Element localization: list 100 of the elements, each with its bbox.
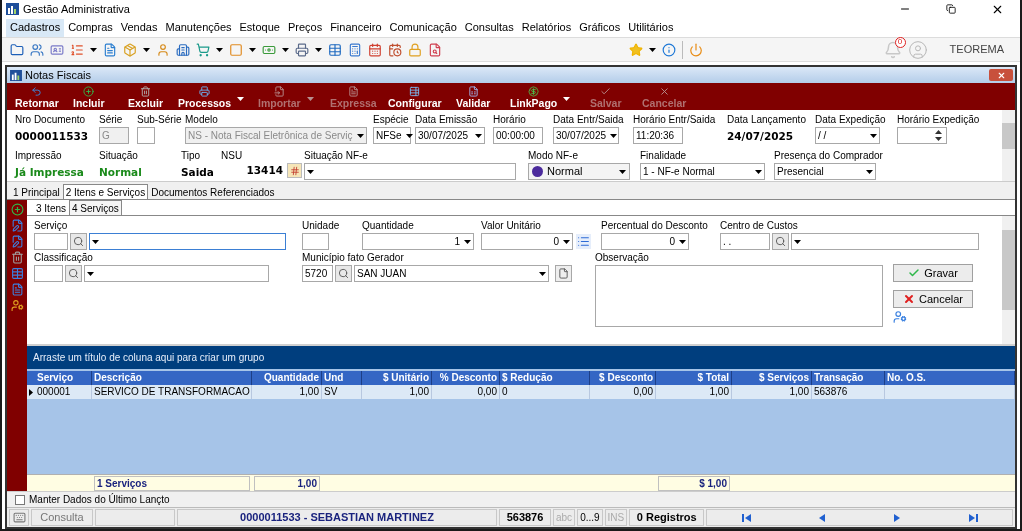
info-icon[interactable] xyxy=(662,42,676,57)
printer-icon[interactable] xyxy=(295,42,309,57)
square-icon[interactable] xyxy=(229,42,243,57)
form-button[interactable]: Gravar xyxy=(893,264,973,282)
star-icon[interactable] xyxy=(629,42,643,57)
checkbox[interactable] xyxy=(15,494,25,505)
combo-box[interactable]: 0 xyxy=(601,233,689,250)
users-icon[interactable] xyxy=(30,42,44,57)
power-icon[interactable] xyxy=(689,42,703,57)
toolbar-button[interactable]: Configurar xyxy=(388,86,442,109)
edit-icon[interactable] xyxy=(10,235,24,248)
scrollbar[interactable] xyxy=(1002,216,1015,344)
tab[interactable]: 1 Principal xyxy=(10,184,63,199)
package-icon[interactable] xyxy=(123,42,137,57)
trash-icon[interactable] xyxy=(10,251,24,264)
user-icon[interactable] xyxy=(893,310,907,324)
toolbar-button[interactable]: Incluir xyxy=(73,86,105,109)
search-button[interactable] xyxy=(70,233,87,250)
field-value: 13414 xyxy=(246,163,283,178)
toolbar-button[interactable]: Excluir xyxy=(128,86,164,109)
toolbar-button[interactable]: Retornar xyxy=(15,86,59,109)
folder-icon[interactable] xyxy=(10,42,24,57)
calendar-clock-icon[interactable] xyxy=(388,42,402,57)
text-field[interactable]: . . xyxy=(720,233,770,250)
menu-item[interactable]: Estoque xyxy=(235,18,284,37)
combo-box[interactable] xyxy=(84,265,269,282)
building-icon[interactable] xyxy=(176,42,190,57)
observation-field[interactable] xyxy=(595,265,883,327)
combo-box[interactable]: / / xyxy=(815,127,880,144)
combo-box[interactable]: Presencial xyxy=(774,163,876,180)
combo-box[interactable]: 30/07/2025 xyxy=(415,127,485,144)
search-button[interactable] xyxy=(335,265,352,282)
combo-box[interactable] xyxy=(791,233,979,250)
dropdown-arrow-icon[interactable] xyxy=(237,97,245,101)
user-icon[interactable] xyxy=(156,42,170,57)
id-card-icon[interactable] xyxy=(50,42,64,57)
cart-icon[interactable] xyxy=(196,42,210,57)
list-icon[interactable] xyxy=(70,42,84,57)
menu-item[interactable]: Preços xyxy=(283,18,327,37)
combo-box[interactable]: NFSe xyxy=(373,127,411,144)
dropdown-arrow-icon[interactable] xyxy=(563,97,571,101)
file-search-icon[interactable] xyxy=(428,42,442,57)
menu-item[interactable]: Vendas xyxy=(116,18,162,37)
form-button[interactable]: Cancelar xyxy=(893,290,973,308)
menu-item[interactable]: Gráficos xyxy=(575,18,625,37)
text-field[interactable]: 00:00:00 xyxy=(493,127,543,144)
text-field[interactable]: 5720 xyxy=(302,265,333,282)
numbers-icon[interactable] xyxy=(287,163,302,179)
table-icon[interactable] xyxy=(328,42,342,57)
window-title: Notas Fiscais xyxy=(25,67,92,83)
add-icon[interactable] xyxy=(10,203,24,216)
menu-item[interactable]: Manutenções xyxy=(161,18,236,37)
first-record-icon[interactable] xyxy=(741,513,751,522)
text-field[interactable]: 11:20:36 xyxy=(633,127,683,144)
text-field[interactable] xyxy=(34,265,63,282)
combo-box[interactable]: 1 - NF-e Normal xyxy=(640,163,765,180)
next-record-icon[interactable] xyxy=(893,513,900,522)
tab[interactable]: Documentos Referenciados xyxy=(148,184,278,199)
caret-icon xyxy=(405,133,413,138)
document-icon[interactable] xyxy=(10,283,24,296)
tab[interactable]: 2 Itens e Serviços xyxy=(62,184,149,199)
previous-record-icon[interactable] xyxy=(819,513,826,522)
text-field[interactable] xyxy=(34,233,68,250)
list-button[interactable] xyxy=(576,234,591,249)
menu-item[interactable]: Compras xyxy=(64,18,117,37)
combo-box[interactable]: SAN JUAN xyxy=(354,265,549,282)
menu-item[interactable]: Consultas xyxy=(460,18,518,37)
menu-item[interactable]: Relatórios xyxy=(517,18,576,37)
scrollbar[interactable] xyxy=(1002,110,1015,181)
calculator-icon[interactable] xyxy=(348,42,362,57)
search-button[interactable] xyxy=(772,233,789,250)
menu-item[interactable]: Cadastros xyxy=(6,18,65,37)
menu-item[interactable]: Comunicação xyxy=(385,18,461,37)
combo-box[interactable]: 1 xyxy=(362,233,474,250)
lock-icon[interactable] xyxy=(408,42,422,57)
close-button[interactable] xyxy=(989,69,1013,81)
user-icon[interactable] xyxy=(10,299,24,312)
document-icon[interactable] xyxy=(103,42,117,57)
last-record-icon[interactable] xyxy=(968,513,978,522)
table-icon[interactable] xyxy=(10,267,24,280)
combo-box[interactable]: 0 xyxy=(481,233,573,250)
combo-box[interactable]: 30/07/2025 xyxy=(553,127,619,144)
combo-box[interactable]: Normal xyxy=(528,163,630,180)
search-button[interactable] xyxy=(65,265,82,282)
text-field[interactable] xyxy=(137,127,155,144)
text-field[interactable] xyxy=(302,233,329,250)
menu-item[interactable]: Financeiro xyxy=(326,18,386,37)
bell-icon[interactable] xyxy=(883,40,902,59)
tab[interactable]: 3 Itens xyxy=(33,200,70,215)
document-button[interactable] xyxy=(555,265,572,282)
tab[interactable]: 4 Serviços xyxy=(69,200,122,215)
toolbar-button[interactable]: LinkPago xyxy=(510,86,558,109)
combo-box[interactable] xyxy=(304,163,516,180)
menu-item[interactable]: Utilitários xyxy=(624,18,678,37)
toolbar-button[interactable]: Validar xyxy=(456,86,491,109)
spin-field[interactable] xyxy=(897,127,947,144)
toolbar-button[interactable]: Processos xyxy=(178,86,232,109)
calendar-icon[interactable] xyxy=(368,42,382,57)
edit-icon[interactable] xyxy=(10,219,24,232)
combo-box[interactable] xyxy=(89,233,286,250)
